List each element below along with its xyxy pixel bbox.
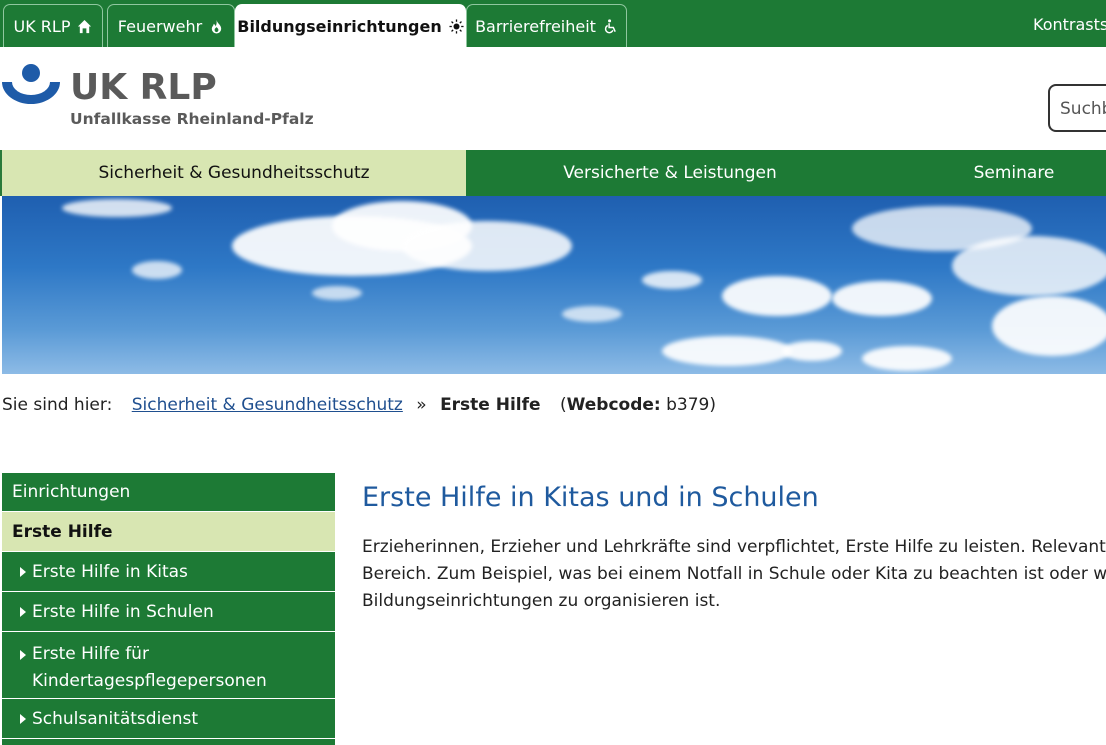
sidebar-nav: Einrichtungen Erste Hilfe Erste Hilfe in… bbox=[2, 473, 335, 745]
logo-title: UK RLP bbox=[70, 67, 217, 108]
tab-uk-rlp[interactable]: UK RLP bbox=[3, 4, 103, 47]
sidebar-item-label: Schulsanitätsdienst bbox=[32, 708, 199, 729]
sidebar-item-kindertagespflege[interactable]: Erste Hilfe für Kindertagespflegepersone… bbox=[2, 632, 335, 699]
paragraph-line: Bereich. Zum Beispiel, was bei einem Not… bbox=[362, 564, 1106, 584]
caret-right-icon bbox=[20, 606, 26, 617]
sidebar-item-einrichtungen[interactable]: Einrichtungen bbox=[2, 473, 335, 512]
paragraph-line: Erzieherinnen, Erzieher und Lehrkräfte s… bbox=[362, 537, 1106, 557]
sidebar-item-kitas[interactable]: Erste Hilfe in Kitas bbox=[2, 552, 335, 592]
sidebar-item-label: Erste Hilfe für Kindertagespflegepersone… bbox=[32, 644, 267, 691]
sidebar-item-label: Erste Hilfe in Schulen bbox=[32, 601, 214, 622]
tab-label: Feuerwehr bbox=[117, 16, 203, 36]
page-title: Erste Hilfe in Kitas und in Schulen bbox=[362, 482, 819, 513]
tab-label: Barrierefreiheit bbox=[475, 16, 596, 36]
webcode-label: Webcode: bbox=[566, 395, 661, 415]
caret-right-icon bbox=[20, 713, 26, 724]
breadcrumb: Sie sind hier: Sicherheit & Gesundheitss… bbox=[2, 395, 716, 415]
wheelchair-icon bbox=[604, 18, 616, 33]
caret-right-icon bbox=[20, 650, 26, 660]
paragraph-line: Bildungseinrichtungen zu organisieren is… bbox=[362, 591, 721, 611]
flame-icon bbox=[212, 19, 222, 34]
tab-bildungseinrichtungen[interactable]: Bildungseinrichtungen bbox=[235, 4, 466, 47]
nav-versicherte[interactable]: Versicherte & Leistungen bbox=[466, 150, 874, 196]
nav-seminare[interactable]: Seminare bbox=[960, 150, 1068, 196]
breadcrumb-current: Erste Hilfe bbox=[440, 395, 541, 415]
caret-right-icon bbox=[20, 566, 26, 577]
logo-mark-icon bbox=[2, 64, 60, 104]
breadcrumb-link[interactable]: Sicherheit & Gesundheitsschutz bbox=[132, 395, 403, 415]
sidebar-item-erste-hilfe[interactable]: Erste Hilfe bbox=[2, 512, 335, 552]
webcode-value: b379) bbox=[666, 395, 716, 415]
breadcrumb-prefix: Sie sind hier: bbox=[2, 395, 113, 415]
tab-feuerwehr[interactable]: Feuerwehr bbox=[107, 4, 235, 47]
main-nav: Sicherheit & Gesundheitsschutz Versicher… bbox=[0, 150, 1106, 196]
hero-sky-image bbox=[2, 196, 1106, 374]
sidebar-item-partial[interactable] bbox=[2, 739, 335, 745]
tab-label: UK RLP bbox=[13, 16, 71, 36]
contrast-toggle[interactable]: Kontrastst bbox=[1033, 15, 1106, 34]
tab-barrierefreiheit[interactable]: Barrierefreiheit bbox=[466, 4, 627, 47]
top-tab-bar: UK RLP Feuerwehr Bildungseinrichtungen B… bbox=[0, 0, 1106, 47]
intro-paragraph: Erzieherinnen, Erzieher und Lehrkräfte s… bbox=[362, 534, 1106, 615]
logo[interactable]: UK RLP Unfallkasse Rheinland-Pfalz bbox=[2, 64, 314, 134]
sidebar-item-label: Erste Hilfe in Kitas bbox=[32, 561, 188, 582]
home-icon bbox=[78, 19, 92, 33]
search-input[interactable]: Suchb bbox=[1048, 84, 1106, 132]
webcode-open: ( bbox=[559, 395, 567, 415]
sidebar-item-schulen[interactable]: Erste Hilfe in Schulen bbox=[2, 592, 335, 632]
tab-label: Bildungseinrichtungen bbox=[237, 16, 442, 36]
logo-subtitle: Unfallkasse Rheinland-Pfalz bbox=[70, 110, 314, 128]
breadcrumb-separator: » bbox=[416, 395, 427, 415]
sidebar-item-schulsanitaetsdienst[interactable]: Schulsanitätsdienst bbox=[2, 699, 335, 739]
sun-icon bbox=[449, 18, 464, 34]
nav-sicherheit[interactable]: Sicherheit & Gesundheitsschutz bbox=[0, 150, 466, 196]
